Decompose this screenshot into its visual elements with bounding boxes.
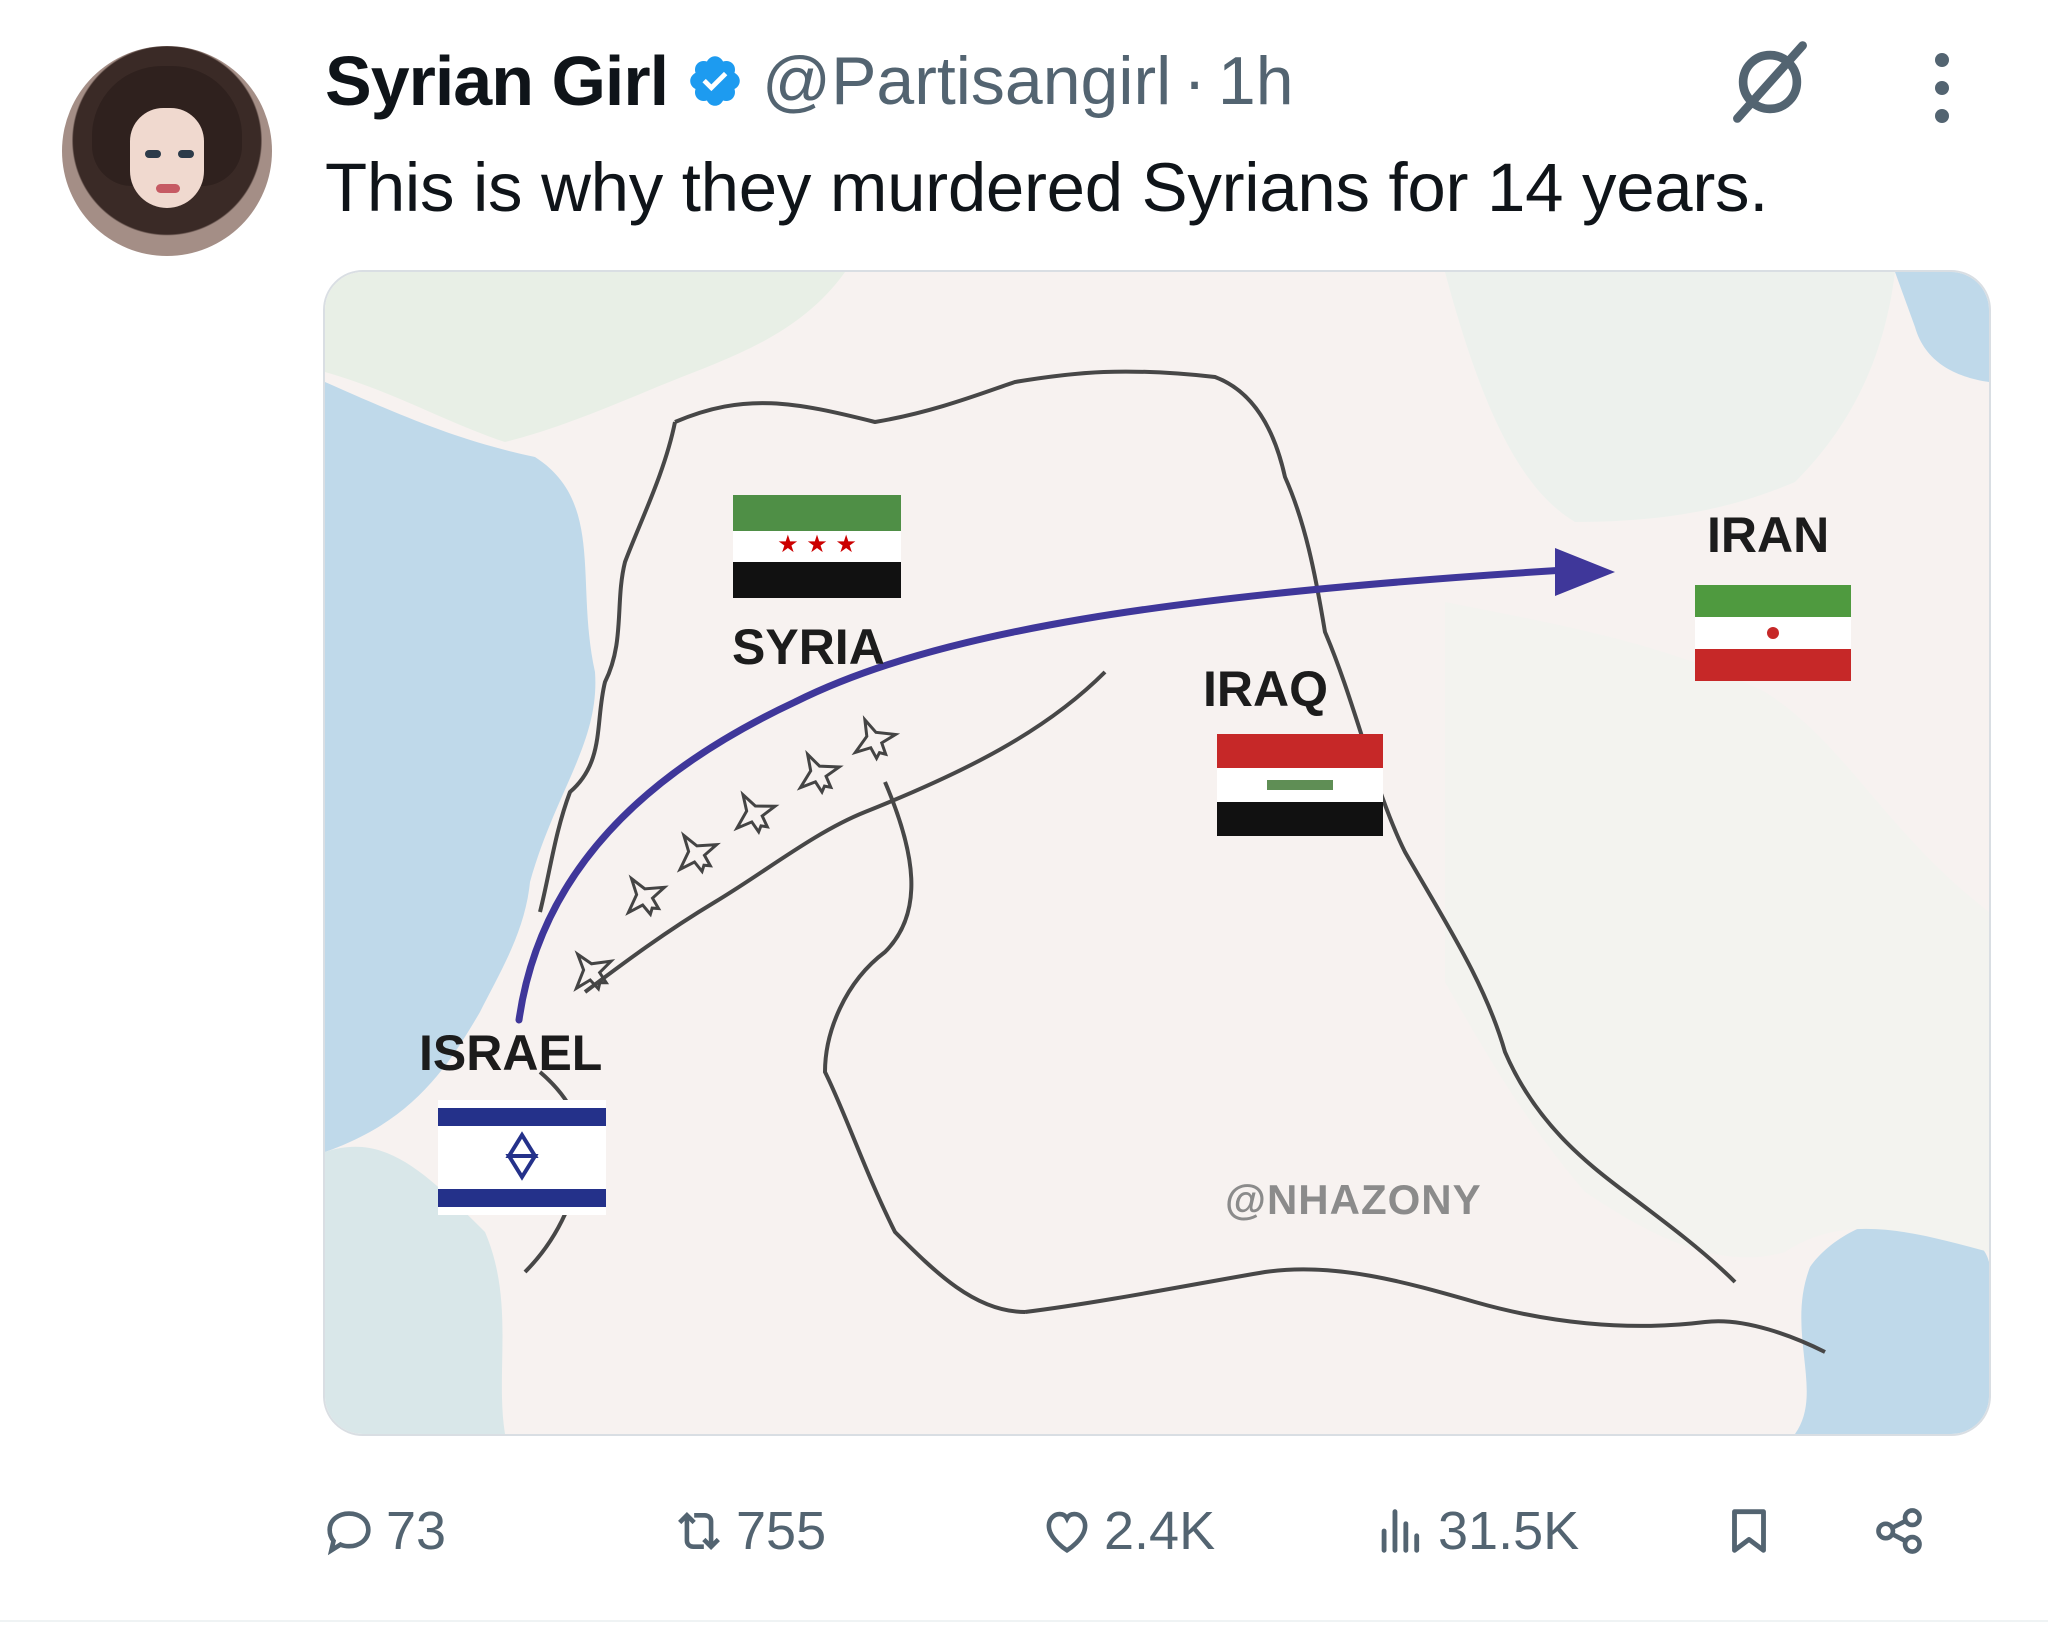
reply-count: 73 [386,1501,447,1561]
grok-icon[interactable] [1722,34,1818,130]
more-icon[interactable] [1920,48,1964,128]
reply-icon [327,1511,371,1556]
tweet-text: This is why they murdered Syrians for 14… [325,149,1769,226]
syria-flag-stars: ★ ★ ★ [777,530,857,558]
views-icon [1381,1509,1420,1553]
header-separator: · [1183,43,1206,119]
map-watermark: @NHAZONY [1225,1176,1482,1223]
syria-flag: ★ ★ ★ [733,495,901,598]
avatar[interactable] [62,46,272,256]
bookmark-button[interactable] [1720,1486,1786,1576]
iraq-flag-script [1267,780,1333,790]
author-name[interactable]: Syrian Girl [325,41,669,121]
tweet-divider [0,1620,2048,1622]
iran-flag [1695,585,1851,681]
tweet-actions: 73 755 2.4K 31.5K [320,1486,2010,1576]
view-count: 31.5K [1438,1501,1580,1561]
iraq-flag [1217,734,1383,836]
heart-icon [1046,1511,1088,1554]
share-button[interactable] [1870,1486,1936,1576]
map-label-syria: SYRIA [732,619,885,675]
views-button[interactable]: 31.5K [1372,1486,1579,1576]
avatar-lips [156,184,180,193]
map-image: ★ ★ ★ [325,272,1989,1434]
map-label-iran: IRAN [1707,507,1830,563]
repost-icon [678,1512,720,1550]
tweet-header: Syrian Girl @Partisangirl · 1h [325,36,1294,126]
repost-count: 755 [736,1501,827,1561]
israel-flag-top-stripe [438,1108,606,1126]
iran-flag-red-stripe [1695,649,1851,681]
like-count: 2.4K [1104,1501,1216,1561]
author-handle[interactable]: @Partisangirl [762,42,1171,120]
map-label-israel: ISRAEL [419,1025,603,1081]
syria-flag-green-stripe [733,495,901,531]
bookmark-icon [1732,1509,1766,1553]
map-label-iraq: IRAQ [1203,661,1328,717]
iraq-flag-red-stripe [1217,734,1383,768]
share-icon [1876,1508,1922,1554]
iran-flag-green-stripe [1695,585,1851,617]
tweet-media[interactable]: ★ ★ ★ SYRIA IRAQ IRAN ISRAEL @NHAZONY [323,270,1991,1436]
repost-button[interactable]: 755 [670,1486,826,1576]
israel-flag-bottom-stripe [438,1189,606,1207]
reply-button[interactable]: 73 [320,1486,446,1576]
iraq-flag-black-stripe [1217,802,1383,836]
like-button[interactable]: 2.4K [1038,1486,1215,1576]
israel-flag [438,1100,606,1215]
verified-badge-icon [690,56,740,106]
avatar-eye-left [145,150,161,158]
avatar-face [130,108,204,208]
syria-flag-black-stripe [733,562,901,598]
tweet-time[interactable]: 1h [1218,42,1294,120]
iran-flag-emblem [1767,627,1779,639]
avatar-eye-right [178,150,194,158]
